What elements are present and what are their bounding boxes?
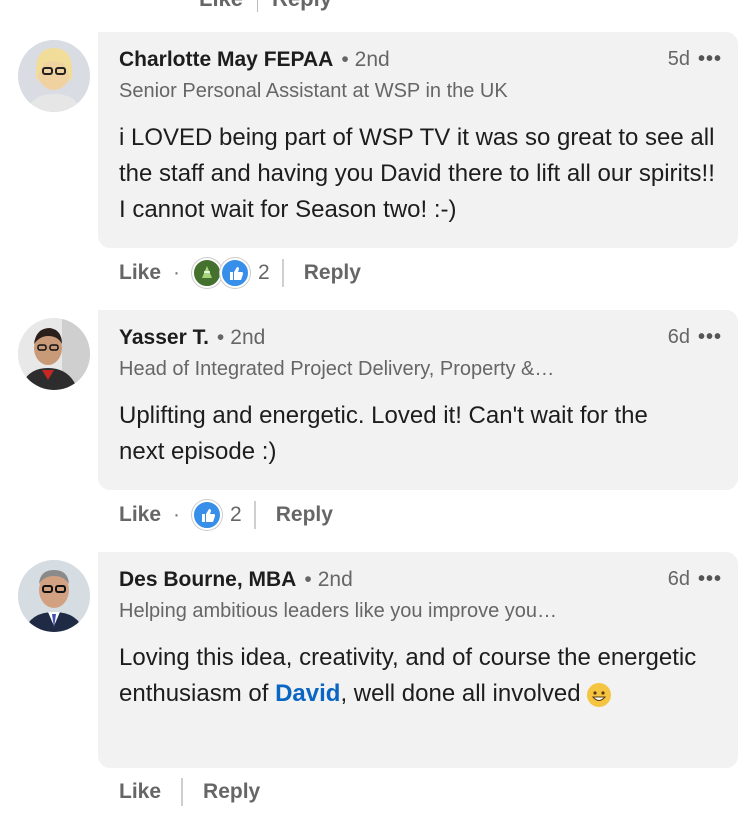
like-button[interactable]: Like xyxy=(119,503,161,527)
celebrate-reaction-icon[interactable] xyxy=(192,258,223,288)
comment-text: Loving this idea, creativity, and of cou… xyxy=(119,640,719,712)
commenter-name[interactable]: Charlotte May FEPAA xyxy=(119,48,333,72)
reply-button[interactable]: Reply xyxy=(203,780,260,804)
like-button[interactable]: Like xyxy=(119,780,161,804)
mention-link[interactable]: David xyxy=(275,680,340,707)
reply-button[interactable]: Reply xyxy=(272,0,332,12)
divider xyxy=(281,259,284,287)
divider xyxy=(253,501,256,529)
reaction-count[interactable]: 2 xyxy=(230,503,242,527)
connection-degree: • 2nd xyxy=(304,568,353,591)
commenter-name[interactable]: Des Bourne, MBA xyxy=(119,568,296,592)
grinning-emoji-icon xyxy=(587,682,612,707)
comment-time: 6d xyxy=(667,568,690,590)
comment-text-part: , well done all involved xyxy=(340,680,588,707)
avatar[interactable] xyxy=(18,318,90,390)
avatar-image xyxy=(18,560,90,632)
commenter-headline: Helping ambitious leaders like you impro… xyxy=(119,600,557,622)
comment-bubble: Charlotte May FEPAA • 2nd Senior Personal… xyxy=(98,32,738,248)
reply-button[interactable]: Reply xyxy=(304,261,361,285)
avatar-image xyxy=(18,318,90,390)
avatar-image xyxy=(18,40,90,112)
comment-bubble: Yasser T. • 2nd Head of Integrated Projec… xyxy=(98,310,738,490)
middot: · xyxy=(173,261,181,284)
reply-button[interactable]: Reply xyxy=(276,503,333,527)
like-reaction-icon[interactable] xyxy=(192,500,223,530)
like-button[interactable]: Like xyxy=(199,0,243,12)
comment-actions: Like · 2 Reply xyxy=(119,258,361,288)
divider xyxy=(257,0,259,12)
like-button[interactable]: Like xyxy=(119,261,161,285)
avatar[interactable] xyxy=(18,560,90,632)
avatar[interactable] xyxy=(18,40,90,112)
more-options-icon[interactable]: ••• xyxy=(698,326,722,349)
middot: · xyxy=(173,503,181,526)
comment-actions: Like · 2 Reply xyxy=(119,500,333,530)
reaction-count[interactable]: 2 xyxy=(258,261,270,285)
comment-text: i LOVED being part of WSP TV it was so g… xyxy=(119,124,715,223)
comment-time: 6d xyxy=(667,326,690,348)
comment-actions: Like Reply xyxy=(119,778,260,806)
connection-degree: • 2nd xyxy=(341,48,390,71)
commenter-name[interactable]: Yasser T. xyxy=(119,326,209,350)
commenter-headline: Senior Personal Assistant at WSP in the … xyxy=(119,80,508,102)
connection-degree: • 2nd xyxy=(216,326,266,349)
more-options-icon[interactable]: ••• xyxy=(698,48,722,71)
previous-comment-actions: Like Reply xyxy=(199,0,332,12)
comment-bubble: Des Bourne, MBA • 2nd Helping ambitious l… xyxy=(98,552,738,768)
comment-time: 5d xyxy=(667,48,690,70)
commenter-headline: Head of Integrated Project Delivery, Pro… xyxy=(119,358,555,380)
like-reaction-icon[interactable] xyxy=(220,258,251,288)
more-options-icon[interactable]: ••• xyxy=(698,568,722,591)
divider xyxy=(181,778,184,806)
comment-text: Uplifting and energetic. Loved it! Can't… xyxy=(119,402,648,465)
